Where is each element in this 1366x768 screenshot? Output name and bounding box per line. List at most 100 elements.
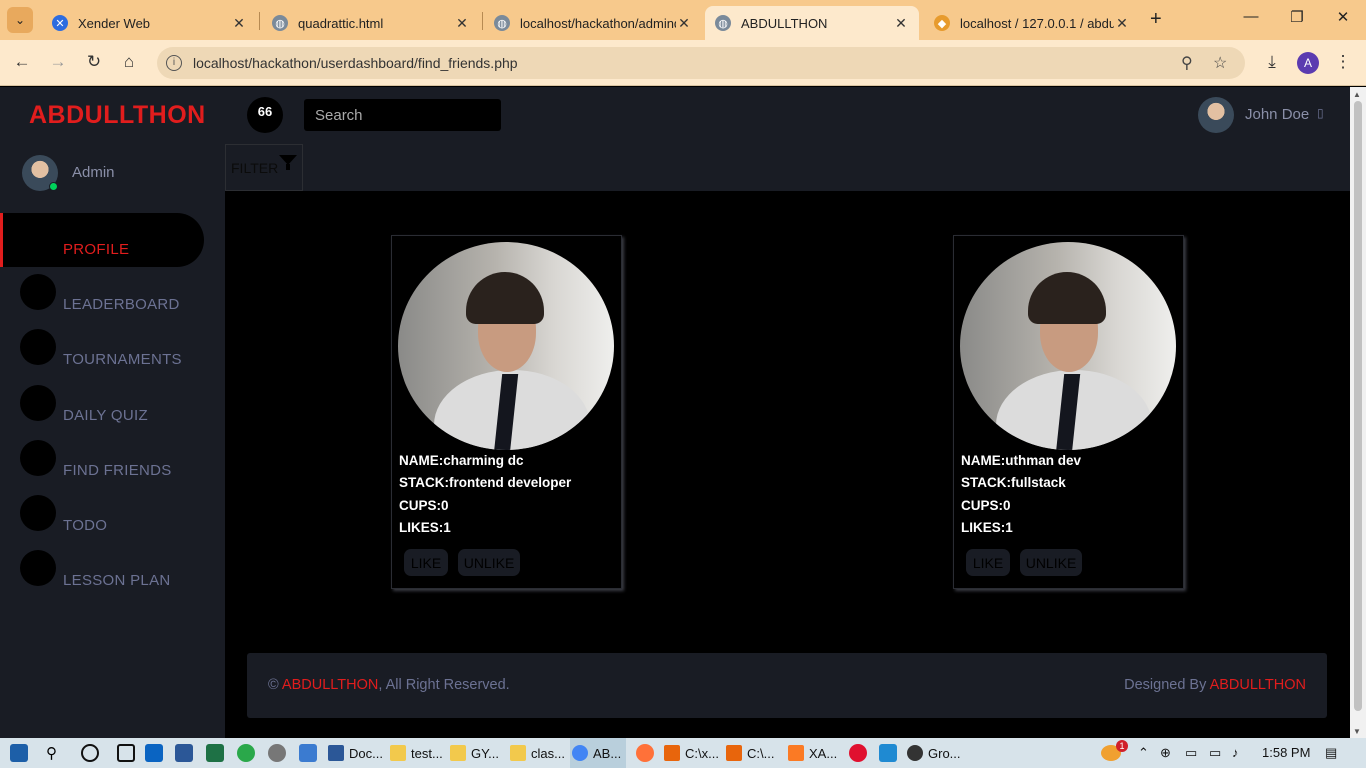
browser-profile-avatar[interactable]: A xyxy=(1297,52,1319,74)
taskbar-app-label: Gro... xyxy=(928,745,961,761)
friend-photo xyxy=(398,242,614,450)
sidebar-item-daily-quiz[interactable]: DAILY QUIZ xyxy=(0,379,204,433)
sidebar-item-tournaments[interactable]: TOURNAMENTS xyxy=(0,323,204,377)
windows-start-icon[interactable] xyxy=(10,744,28,762)
language-globe-icon[interactable]: ⊕ xyxy=(1160,745,1171,761)
page-scrollbar[interactable]: ▲ ▼ xyxy=(1350,87,1366,738)
taskbar-app-gy[interactable]: GY... xyxy=(450,738,506,768)
reload-icon[interactable]: ↻ xyxy=(83,52,105,72)
sidebar-item-todo[interactable]: TODO xyxy=(0,489,204,543)
zoom-icon[interactable]: ⚲ xyxy=(1181,53,1193,73)
friend-card: NAME:uthman dev STACK:fullstack CUPS:0 L… xyxy=(953,235,1184,589)
brand-logo[interactable]: ABDULLTHON xyxy=(29,101,206,130)
unlike-button[interactable]: UNLIKE xyxy=(458,549,520,576)
tab-title: Xender Web xyxy=(78,15,151,31)
new-tab-icon[interactable]: + xyxy=(1150,8,1162,31)
action-center-icon[interactable]: ▤ xyxy=(1325,745,1337,761)
taskbar-app-label: test... xyxy=(411,745,443,761)
designer-link[interactable]: ABDULLTHON xyxy=(1210,677,1306,693)
forward-arrow-icon[interactable]: → xyxy=(47,52,69,72)
opera-icon[interactable] xyxy=(849,744,867,762)
scroll-up-icon[interactable]: ▲ xyxy=(1353,90,1361,99)
taskbar-app-sublime-2[interactable]: C:\... xyxy=(726,738,782,768)
sidebar-item-find-friends[interactable]: FIND FRIENDS xyxy=(0,434,204,488)
home-icon[interactable]: ⌂ xyxy=(118,52,140,72)
close-tab-icon[interactable]: ✕ xyxy=(893,15,909,32)
filter-button[interactable]: FILTER xyxy=(225,144,303,191)
url-text[interactable]: localhost/hackathon/userdashboard/find_f… xyxy=(193,55,518,71)
designed-by-text: Designed By xyxy=(1124,677,1207,693)
taskbar-app-clas[interactable]: clas... xyxy=(510,738,566,768)
minimize-icon[interactable]: — xyxy=(1236,8,1266,25)
sidebar-item-profile[interactable]: PROFILE xyxy=(0,213,204,267)
chevron-down-icon[interactable]: ▯ xyxy=(1317,106,1324,120)
tab-admindash[interactable]: ◍ localhost/hackathon/admindash ✕ xyxy=(484,6,702,40)
task-view-icon[interactable] xyxy=(117,744,135,762)
search-input[interactable] xyxy=(304,99,501,131)
excel-icon[interactable] xyxy=(206,744,224,762)
user-avatar[interactable] xyxy=(1198,97,1234,133)
chevron-up-icon[interactable]: ⌃ xyxy=(1138,745,1149,761)
footer-rights-text: , All Right Reserved. xyxy=(378,677,510,693)
chrome-dev-icon[interactable] xyxy=(268,744,286,762)
more-menu-icon[interactable]: ⋮ xyxy=(1332,52,1354,72)
taskbar-app-chrome[interactable]: AB... xyxy=(570,738,626,768)
download-icon[interactable]: ⤓ xyxy=(1261,52,1283,72)
like-button[interactable]: LIKE xyxy=(966,549,1010,576)
url-bar[interactable]: i localhost/hackathon/userdashboard/find… xyxy=(157,47,1245,79)
close-tab-icon[interactable]: ✕ xyxy=(1114,15,1130,32)
battery-icon[interactable]: ▭ xyxy=(1209,745,1221,761)
footer-brand-link[interactable]: ABDULLTHON xyxy=(282,677,378,693)
vscode-icon[interactable] xyxy=(879,744,897,762)
windows-taskbar: ⚲ Doc... test... GY... clas... AB... C:\… xyxy=(0,738,1366,768)
cortana-icon[interactable] xyxy=(81,744,99,762)
close-tab-icon[interactable]: ✕ xyxy=(676,15,692,32)
restore-icon[interactable]: ❐ xyxy=(1282,8,1312,26)
outlook-icon[interactable] xyxy=(145,744,163,762)
settings-icon[interactable] xyxy=(299,744,317,762)
admin-name: Admin xyxy=(72,164,115,181)
word-icon[interactable] xyxy=(175,744,193,762)
tab-quadrattic[interactable]: ◍ quadrattic.html ✕ xyxy=(262,6,480,40)
sidebar-item-label: LEADERBOARD xyxy=(63,296,180,313)
scrollbar-thumb[interactable] xyxy=(1354,101,1362,711)
bookmark-star-icon[interactable]: ☆ xyxy=(1213,53,1227,73)
unlike-button[interactable]: UNLIKE xyxy=(1020,549,1082,576)
friend-cups: CUPS:0 xyxy=(961,498,1011,513)
close-window-icon[interactable]: ✕ xyxy=(1328,8,1358,26)
scroll-down-icon[interactable]: ▼ xyxy=(1353,727,1361,736)
display-icon[interactable]: ▭ xyxy=(1185,745,1197,761)
clock-time[interactable]: 1:58 PM xyxy=(1262,745,1310,760)
xbox-icon[interactable] xyxy=(237,744,255,762)
taskbar-app-gro[interactable]: Gro... xyxy=(907,738,963,768)
tab-phpmyadmin[interactable]: ◆ localhost / 127.0.0.1 / abdull ✕ xyxy=(924,6,1140,40)
sidebar-item-lesson-plan[interactable]: LESSON PLAN xyxy=(0,544,204,598)
globe-icon: ◍ xyxy=(272,15,288,31)
taskbar-app-label: AB... xyxy=(593,745,622,761)
volume-icon[interactable]: ♪ xyxy=(1232,745,1239,760)
firefox-icon[interactable] xyxy=(636,744,654,762)
close-tab-icon[interactable]: ✕ xyxy=(231,15,247,32)
like-button[interactable]: LIKE xyxy=(404,549,448,576)
close-tab-icon[interactable]: ✕ xyxy=(454,15,470,32)
search-icon[interactable]: ⚲ xyxy=(46,744,64,762)
sidebar-item-leaderboard[interactable]: LEADERBOARD xyxy=(0,268,204,322)
taskbar-app-docs[interactable]: Doc... xyxy=(328,738,384,768)
copyright-symbol: © xyxy=(268,677,279,693)
friend-card: NAME:charming dc STACK:frontend develope… xyxy=(391,235,622,589)
friend-stack: STACK:frontend developer xyxy=(399,475,572,490)
taskbar-app-sublime-1[interactable]: C:\x... xyxy=(664,738,720,768)
taskbar-app-xampp[interactable]: XA... xyxy=(788,738,844,768)
friend-name: NAME:charming dc xyxy=(399,453,524,468)
taskbar-app-label: Doc... xyxy=(349,745,383,761)
sidebar-item-label: LESSON PLAN xyxy=(63,572,171,589)
tab-abdullthon[interactable]: ◍ ABDULLTHON ✕ xyxy=(705,6,919,40)
site-info-icon[interactable]: i xyxy=(166,55,182,71)
tab-title: ABDULLTHON xyxy=(741,15,828,31)
tab-search-dropdown-icon[interactable]: ⌄ xyxy=(7,7,33,33)
tab-xender-web[interactable]: ✕ Xender Web ✕ xyxy=(42,6,257,40)
user-name[interactable]: John Doe xyxy=(1245,106,1309,123)
taskbar-app-test[interactable]: test... xyxy=(390,738,446,768)
back-arrow-icon[interactable]: ← xyxy=(11,52,33,72)
phpmyadmin-favicon-icon: ◆ xyxy=(934,15,950,31)
